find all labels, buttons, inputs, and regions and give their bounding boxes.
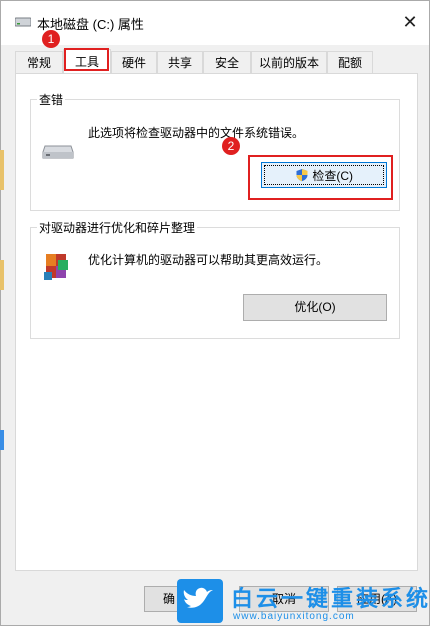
properties-window: 本地磁盘 (C:) 属性 ✕ 常规 工具 硬件 共享 安全 以前的版本 配额 1… <box>0 0 430 626</box>
tab-security[interactable]: 安全 <box>203 51 251 73</box>
error-check-title: 查错 <box>37 91 66 108</box>
hard-drive-icon <box>42 145 74 159</box>
optimize-group: 对驱动器进行优化和碎片整理 <box>30 219 400 339</box>
bird-icon <box>183 587 213 608</box>
tab-sharing[interactable]: 共享 <box>157 51 203 73</box>
step-badge-1: 1 <box>42 30 60 48</box>
title-bar: 本地磁盘 (C:) 属性 ✕ <box>1 1 429 45</box>
watermark: 白云一键重装系统 www.baiyunxitong.com <box>177 579 430 627</box>
background-folder-edge <box>0 260 4 290</box>
optimize-title: 对驱动器进行优化和碎片整理 <box>37 219 198 236</box>
background-item-edge <box>0 430 4 450</box>
defrag-icon <box>44 254 68 280</box>
check-button-highlight <box>248 155 393 200</box>
step-badge-2: 2 <box>222 137 240 155</box>
tab-quota[interactable]: 配额 <box>327 51 373 73</box>
drive-icon <box>15 17 31 27</box>
watermark-logo <box>177 579 223 623</box>
background-folder-edge <box>0 150 4 190</box>
watermark-url: www.baiyunxitong.com <box>233 611 355 622</box>
tools-tab-highlight <box>64 48 109 71</box>
tab-previous-versions[interactable]: 以前的版本 <box>251 51 327 73</box>
tab-general[interactable]: 常规 <box>15 51 63 73</box>
close-button[interactable]: ✕ <box>397 9 423 35</box>
optimize-description: 优化计算机的驱动器可以帮助其更高效运行。 <box>88 253 329 267</box>
watermark-brand: 白云一键重装系统 <box>231 586 430 611</box>
tab-hardware[interactable]: 硬件 <box>111 51 157 73</box>
optimize-button[interactable]: 优化(O) <box>243 294 387 321</box>
error-check-description: 此选项将检查驱动器中的文件系统错误。 <box>88 126 305 140</box>
tools-panel: 查错 此选项将检查驱动器中的文件系统错误。 2 检查(C) 对驱动器进行优化和碎… <box>15 73 418 571</box>
